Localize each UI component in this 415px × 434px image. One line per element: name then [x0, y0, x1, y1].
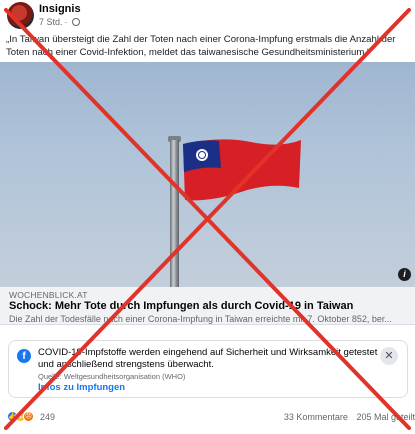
post-time[interactable]: 7 Std. [39, 17, 63, 27]
avatar[interactable] [7, 2, 34, 29]
page-name[interactable]: Insignis [39, 3, 81, 15]
facebook-icon: f [17, 349, 31, 363]
reactions-summary[interactable]: 👍 😮 😠 249 [7, 411, 55, 422]
globe-icon [71, 18, 80, 26]
comments-count[interactable]: 33 Kommentare [284, 412, 348, 422]
link-domain: WOCHENBLICK.AT [9, 290, 88, 300]
post-header: Insignis 7 Std. · [0, 0, 415, 30]
vaccine-info-link[interactable]: Infos zu Impfungen [38, 382, 125, 393]
flagpole [170, 140, 179, 287]
meta-separator: · [64, 17, 68, 27]
engagement-stats: 33 Kommentare 205 Mal geteilt [278, 412, 415, 422]
reaction-count: 249 [40, 411, 56, 422]
info-icon[interactable]: i [398, 268, 411, 281]
shares-count[interactable]: 205 Mal geteilt [356, 412, 415, 422]
post-footer: 👍 😮 😠 249 33 Kommentare 205 Mal geteilt [0, 408, 415, 434]
covid-info-notice: f COVID-19-Impfstoffe werden eingehend a… [8, 340, 408, 398]
post-caption: „In Taiwan übersteigt die Zahl der Toten… [6, 34, 396, 58]
close-notice-button[interactable]: ✕ [380, 347, 398, 365]
link-title[interactable]: Schock: Mehr Tote durch Impfungen als du… [9, 300, 353, 312]
angry-reaction-icon: 😠 [23, 411, 34, 422]
post-photo[interactable]: i [0, 62, 415, 287]
covid-notice-source: Quelle: Weltgesundheitsorganisation (WHO… [38, 372, 186, 381]
taiwan-flag-image [183, 139, 301, 201]
covid-notice-text: COVID-19-Impfstoffe werden eingehend auf… [38, 347, 378, 370]
link-description: Die Zahl der Todesfälle nach einer Coron… [9, 314, 392, 324]
post-meta: 7 Std. · [39, 17, 80, 27]
